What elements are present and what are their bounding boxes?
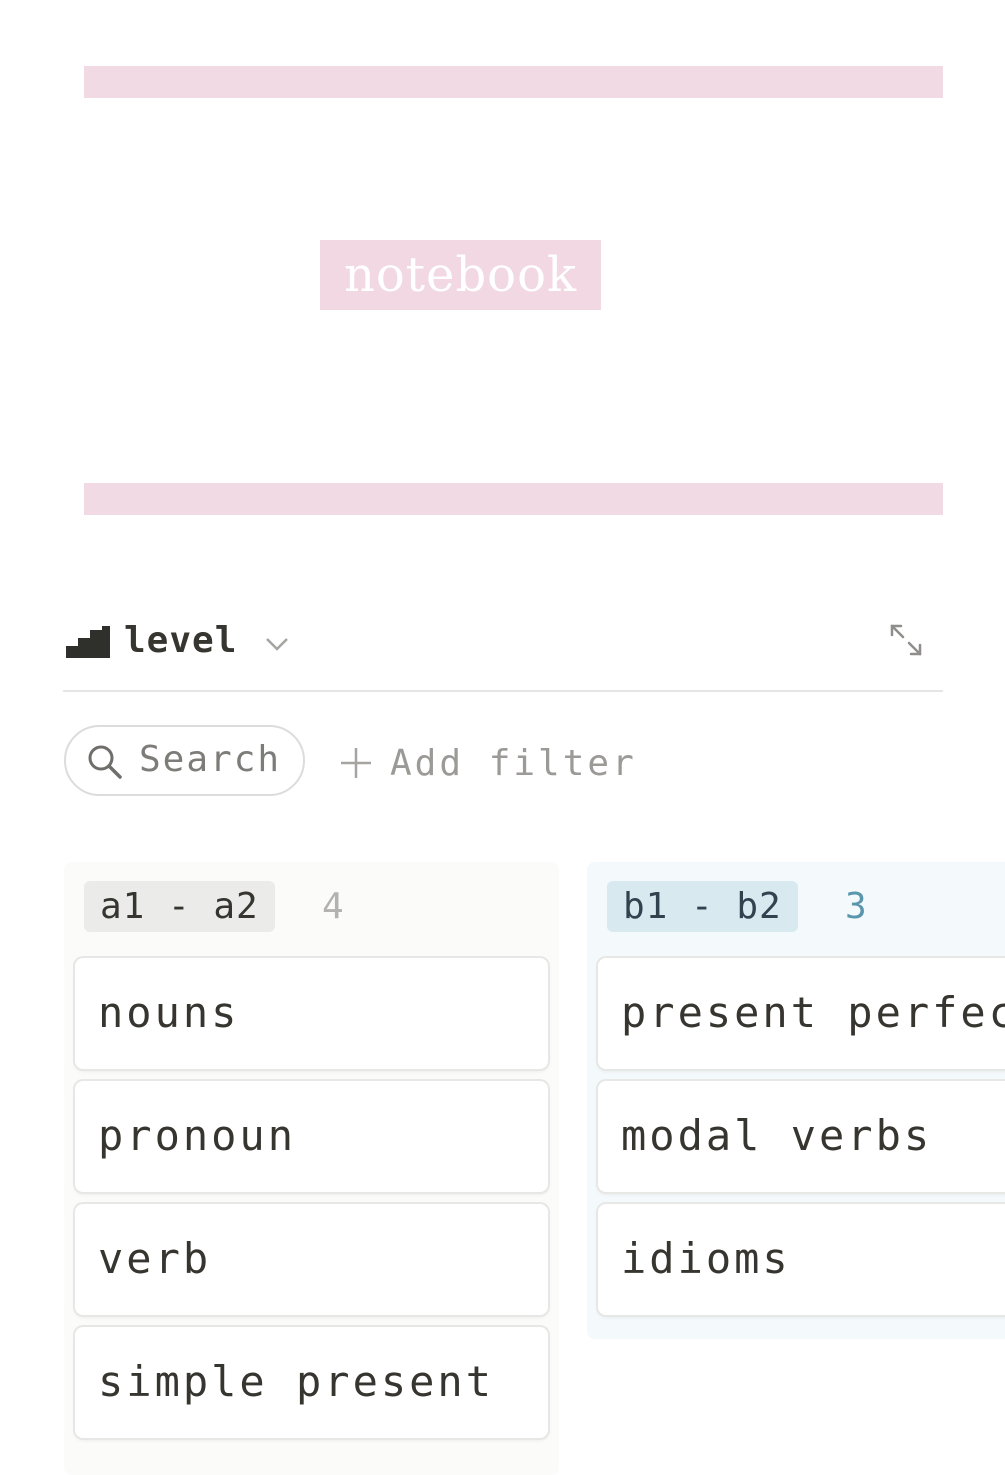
- search-button[interactable]: Search: [64, 725, 305, 796]
- cover-title: notebook: [320, 240, 601, 310]
- board-card[interactable]: modal verbs: [598, 1081, 1005, 1192]
- chevron-down-icon[interactable]: [264, 634, 290, 654]
- plus-icon: [341, 748, 371, 778]
- card-title: verb: [98, 1234, 212, 1283]
- board-card[interactable]: simple present: [75, 1327, 548, 1438]
- cover-stripe-top: [84, 66, 943, 98]
- search-icon: [88, 745, 122, 779]
- header-divider: [63, 690, 943, 692]
- add-filter-button[interactable]: Add filter: [338, 738, 637, 788]
- card-title: idioms: [621, 1234, 791, 1283]
- column-tag[interactable]: a1 - a2: [84, 881, 275, 932]
- stairs-icon: [66, 626, 110, 658]
- card-title: present perfect: [621, 988, 1005, 1037]
- column-count: 4: [322, 886, 344, 927]
- board-column-b1-b2: b1 - b2 3 present perfect modal verbs id…: [587, 862, 1005, 1339]
- board-card[interactable]: present perfect: [598, 958, 1005, 1069]
- card-title: nouns: [98, 988, 240, 1037]
- board-card[interactable]: verb: [75, 1204, 548, 1315]
- cover-stripe-bottom: [84, 483, 943, 515]
- view-title[interactable]: level: [124, 620, 237, 661]
- column-count: 3: [845, 886, 867, 927]
- board-card[interactable]: idioms: [598, 1204, 1005, 1315]
- board-column-a1-a2: a1 - a2 4 nouns pronoun verb simple pres…: [64, 862, 559, 1475]
- board-card[interactable]: pronoun: [75, 1081, 548, 1192]
- card-title: simple present: [98, 1357, 495, 1406]
- card-title: modal verbs: [621, 1111, 933, 1160]
- card-title: pronoun: [98, 1111, 297, 1160]
- add-filter-label: Add filter: [390, 742, 637, 784]
- column-tag[interactable]: b1 - b2: [607, 881, 798, 932]
- board-card[interactable]: nouns: [75, 958, 548, 1069]
- view-header: level: [64, 614, 943, 670]
- search-label: Search: [139, 739, 282, 780]
- expand-icon[interactable]: [888, 622, 924, 658]
